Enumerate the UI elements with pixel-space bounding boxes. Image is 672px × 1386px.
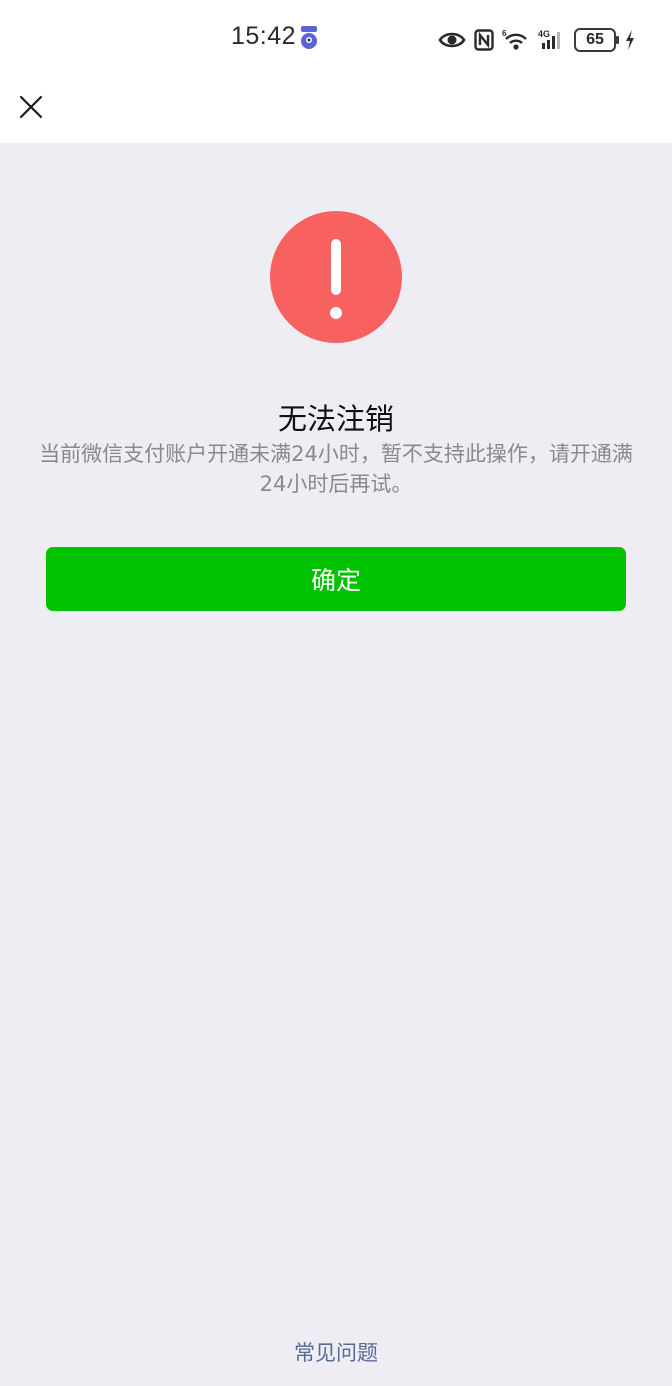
eye-icon — [438, 32, 466, 48]
confirm-button[interactable]: 确定 — [46, 547, 626, 611]
status-time: 15:42 — [231, 22, 297, 50]
status-bar: 15:42 6 4G 65 — [0, 0, 672, 80]
faq-link[interactable]: 常见问题 — [0, 1337, 672, 1367]
close-button[interactable] — [10, 86, 52, 128]
status-icons: 6 4G 65 — [438, 26, 636, 54]
warning-icon — [270, 211, 402, 343]
warning-exclamation-bar — [331, 239, 341, 295]
svg-text:6: 6 — [502, 29, 507, 38]
svg-text:4G: 4G — [538, 29, 550, 39]
battery-level: 65 — [586, 31, 604, 48]
app-notification-icon — [301, 26, 317, 49]
result-description: 当前微信支付账户开通未满24小时，暂不支持此操作，请开通满24小时后再试。 — [39, 442, 633, 496]
charging-icon — [626, 30, 634, 50]
nav-bar — [0, 80, 672, 143]
warning-exclamation-dot — [330, 307, 342, 319]
result-title: 无法注销 — [277, 402, 394, 436]
nfc-icon — [474, 29, 494, 51]
close-icon — [19, 95, 43, 119]
wifi-6-icon: 6 — [502, 29, 527, 50]
signal-4g-icon: 4G — [538, 29, 560, 49]
battery-icon: 65 — [574, 28, 619, 52]
